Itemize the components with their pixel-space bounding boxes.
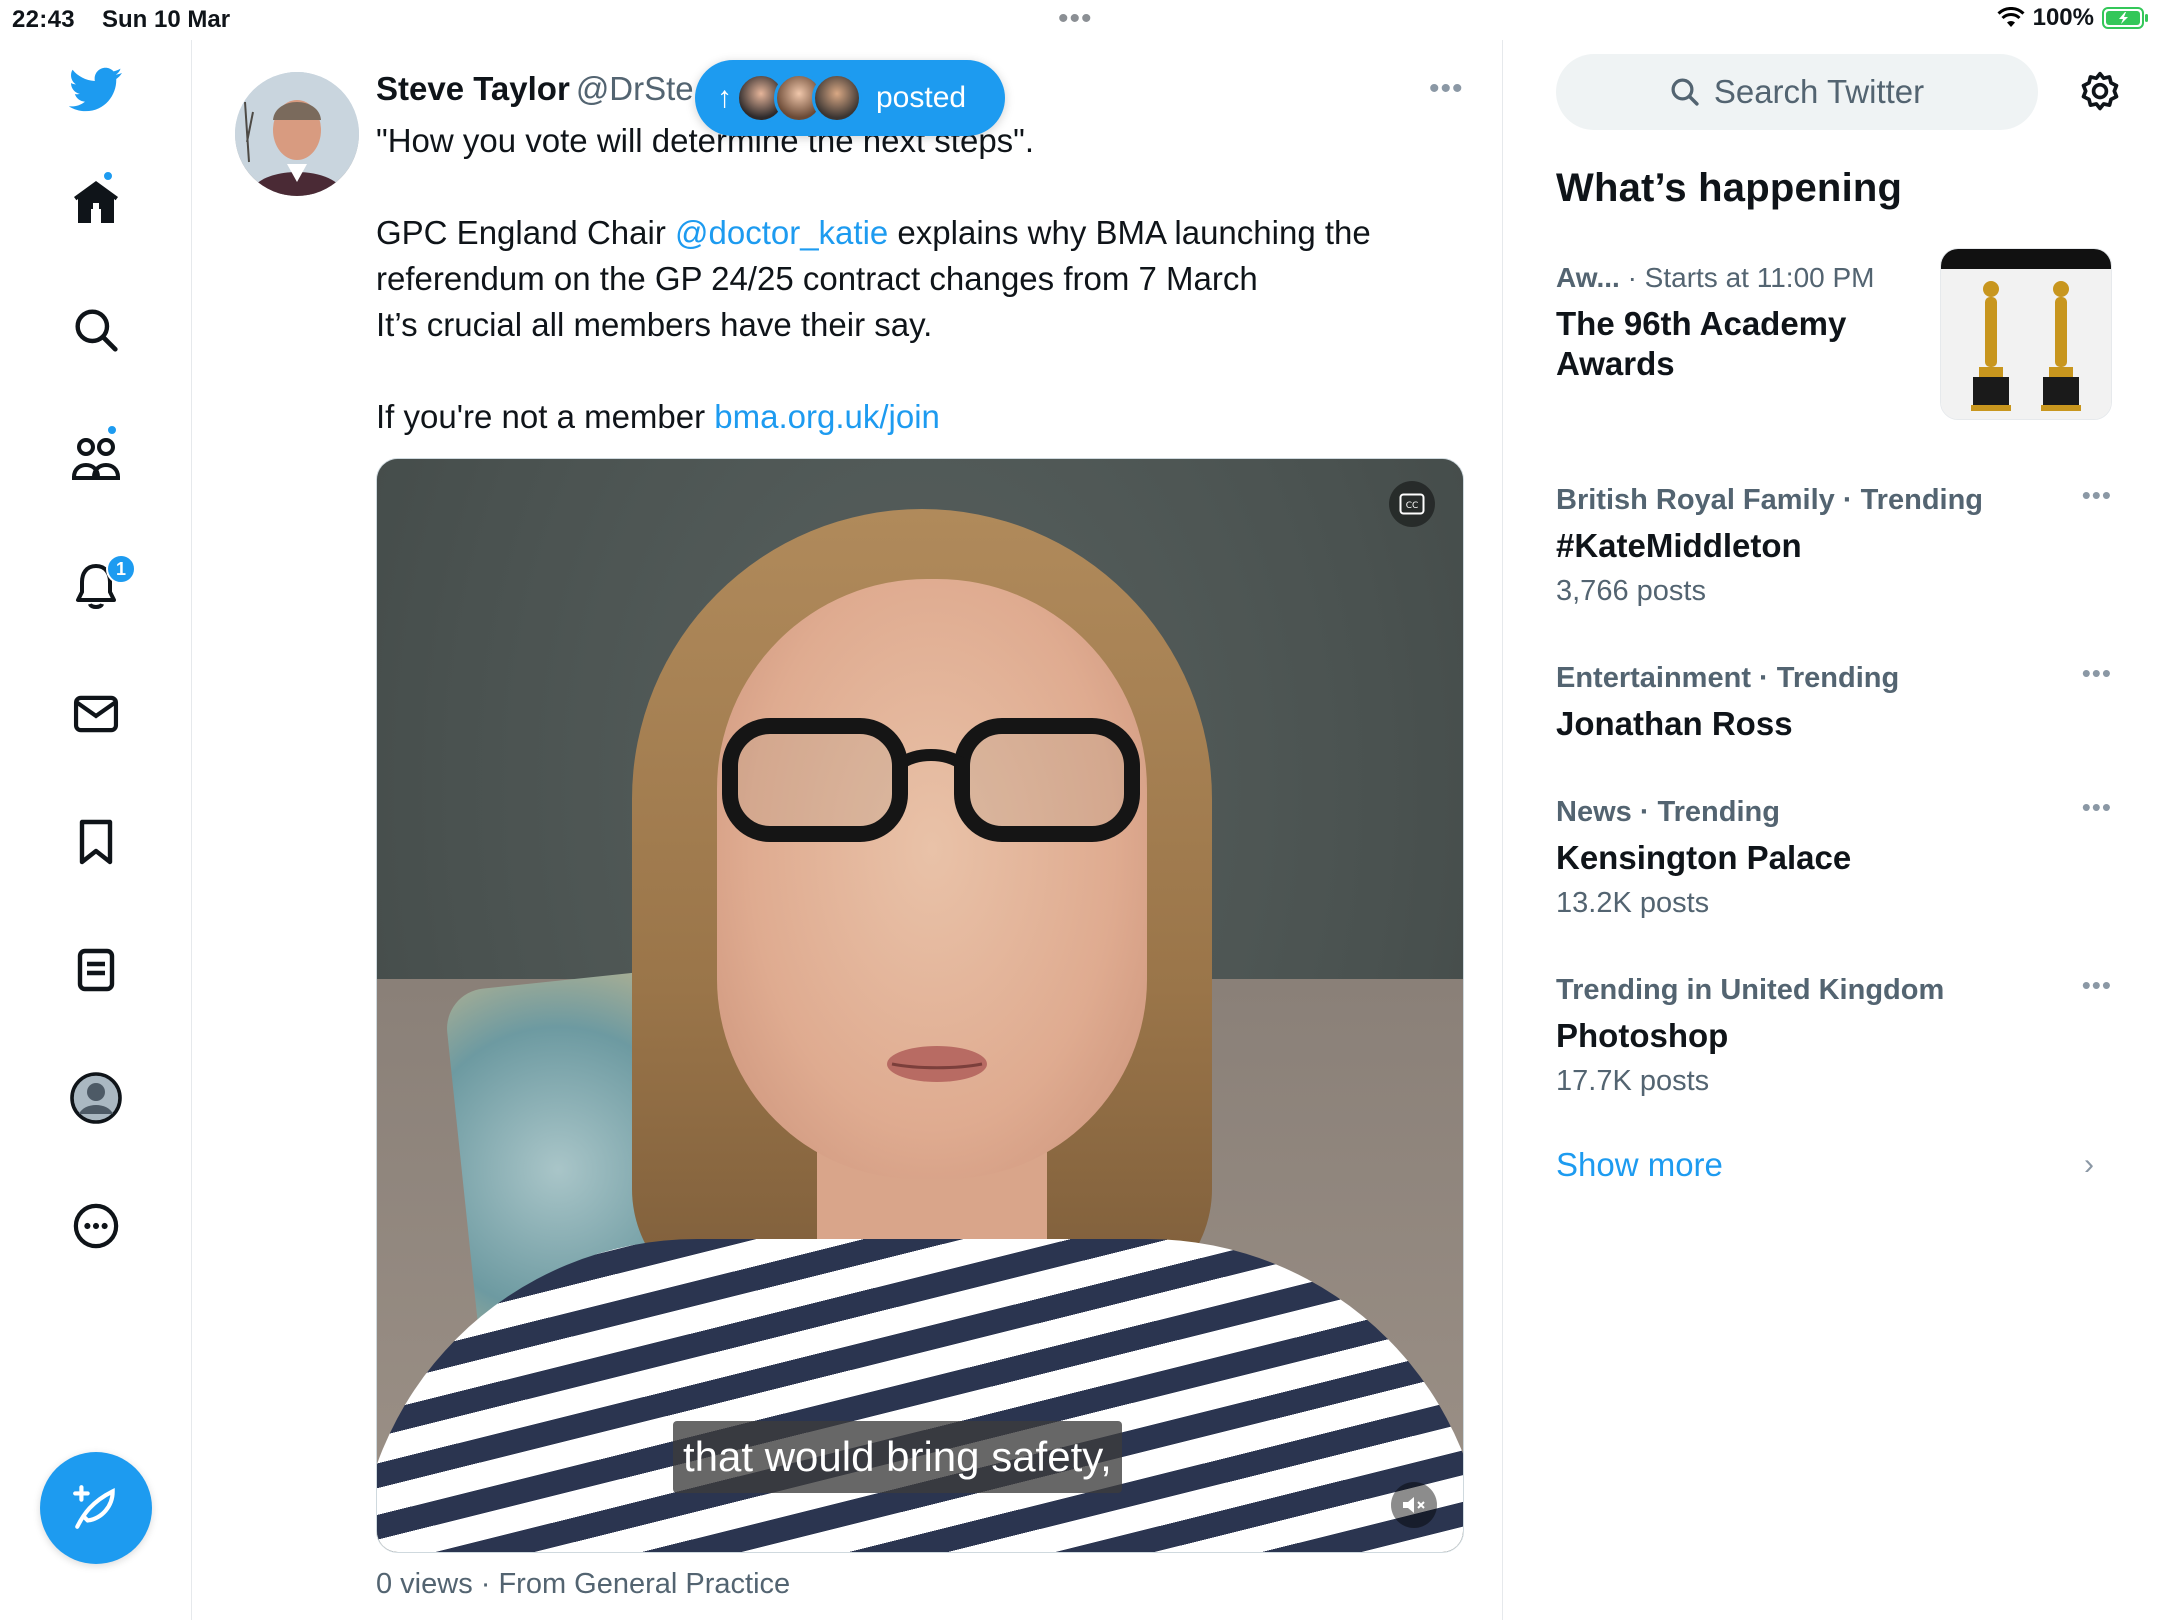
more-circle-icon (73, 1203, 119, 1249)
poster-avatar (812, 73, 862, 123)
closed-captions-button[interactable]: CC (1389, 481, 1435, 527)
trend-item[interactable]: News · Trending Kensington Palace 13.2K … (1556, 792, 2112, 920)
mention-link[interactable]: @doctor_katie (675, 214, 888, 251)
tweet-more-icon[interactable]: ••• (1429, 72, 1464, 106)
nav-lists[interactable] (56, 930, 136, 1010)
new-posts-label: posted (876, 81, 967, 114)
speaker-muted-icon (1403, 1497, 1425, 1513)
status-time: 22:43 (12, 6, 75, 33)
tweet-text-segment: GPC England Chair (376, 214, 675, 251)
svg-text:CC: CC (1406, 501, 1419, 511)
trend-more-icon[interactable]: ••• (2082, 658, 2112, 689)
video-person-face (717, 579, 1147, 1179)
trend-title: Kensington Palace (1556, 839, 1852, 876)
nav-home[interactable] (56, 162, 136, 242)
author-name[interactable]: Steve Taylor (376, 70, 570, 107)
nav-bookmarks[interactable] (56, 802, 136, 882)
video-person-glasses (722, 718, 1140, 842)
trend-count: 17.7K posts (1556, 1065, 1710, 1097)
nav-explore[interactable] (56, 290, 136, 370)
trend-count: 13.2K posts (1556, 887, 1710, 919)
status-right: 100% (1997, 4, 2150, 32)
search-icon (75, 309, 118, 352)
tweet-video[interactable]: that would bring safety, CC (376, 458, 1464, 1553)
multitask-dots-icon[interactable]: ••• (1058, 2, 1093, 36)
nav-communities[interactable] (56, 418, 136, 498)
communities-unread-dot (106, 424, 118, 436)
trend-title: Jonathan Ross (1556, 705, 1793, 742)
trend-count: 3,766 posts (1556, 575, 1706, 607)
trend-item[interactable]: British Royal Family · Trending #KateMid… (1556, 480, 2112, 608)
featured-thumbnail (1940, 248, 2112, 420)
twitter-logo-icon[interactable] (56, 50, 136, 130)
bookmark-icon (79, 819, 113, 865)
trend-item[interactable]: Trending in United Kingdom Photoshop 17.… (1556, 970, 2112, 1098)
show-more-link[interactable]: Show more (1556, 1146, 1723, 1184)
url-link[interactable]: bma.org.uk/join (714, 398, 940, 435)
video-person-mouth (887, 1046, 987, 1082)
settings-button[interactable] (2072, 64, 2128, 120)
compose-tweet-button[interactable] (40, 1452, 152, 1564)
gear-icon (2081, 71, 2119, 111)
author-handle[interactable]: @DrSte (576, 70, 694, 107)
nav-notifications[interactable]: 1 (56, 546, 136, 626)
nav-messages[interactable] (56, 674, 136, 754)
battery-icon (2102, 7, 2148, 29)
main-timeline: Steve Taylor @DrSte ••• "How you vote wil… (193, 40, 1503, 1620)
profile-avatar-icon (70, 1072, 122, 1124)
featured-time: · Starts at 11:00 PM (1619, 262, 1875, 293)
featured-category: Aw... (1556, 262, 1620, 293)
status-date: Sun 10 Mar (102, 6, 231, 33)
envelope-icon (73, 695, 119, 733)
tweet-text-segment: If you're not a member (376, 398, 715, 435)
tweet-paragraph-4: If you're not a member bma.org.uk/join (376, 394, 1416, 440)
home-unread-dot (102, 170, 114, 182)
author-avatar[interactable] (235, 72, 359, 196)
search-input[interactable]: Search Twitter (1556, 54, 2038, 130)
list-icon (77, 948, 115, 992)
whats-happening-title: What’s happening (1556, 166, 1903, 210)
status-bar: 22:43 Sun 10 Mar ••• 100% (0, 0, 2160, 40)
featured-event[interactable]: Aw... · Starts at 11:00 PM The 96th Acad… (1556, 248, 2112, 438)
notifications-badge: 1 (106, 554, 136, 584)
closed-captions-icon: CC (1399, 493, 1425, 515)
chevron-right-icon[interactable]: › (2084, 1148, 2094, 1182)
search-placeholder: Search Twitter (1713, 73, 1925, 110)
home-icon (74, 181, 118, 223)
new-posts-pill[interactable]: ↑ posted (695, 60, 1005, 136)
video-caption: that would bring safety, (673, 1421, 1122, 1493)
trend-more-icon[interactable]: ••• (2082, 970, 2112, 1001)
right-sidebar: Search Twitter What’s happening Aw... · … (1504, 40, 2160, 1620)
trend-meta: British Royal Family · Trending (1556, 484, 1984, 516)
tweet-paragraph-2: GPC England Chair @doctor_katie explains… (376, 210, 1416, 302)
tweet-views-source: 0 views · From General Practice (376, 1568, 791, 1600)
search-icon (1671, 78, 1699, 106)
trend-more-icon[interactable]: ••• (2082, 480, 2112, 511)
video-person-shirt (377, 1239, 1463, 1552)
wifi-icon (1997, 7, 2025, 27)
trend-meta: Trending in United Kingdom (1556, 974, 1945, 1006)
tweet-body: "How you vote will determine the next st… (376, 118, 1416, 440)
arrow-up-icon: ↑ (717, 81, 732, 114)
communities-icon (72, 438, 120, 480)
nav-profile[interactable] (56, 1058, 136, 1138)
featured-title: The 96th Academy Awards (1556, 305, 1847, 382)
trend-title: #KateMiddleton (1556, 527, 1802, 564)
trend-item[interactable]: Entertainment · Trending Jonathan Ross •… (1556, 658, 2112, 743)
compose-feather-icon (73, 1485, 115, 1529)
tweet-paragraph-3: It’s crucial all members have their say. (376, 306, 933, 343)
trend-meta: Entertainment · Trending (1556, 662, 1900, 694)
trend-meta: News · Trending (1556, 796, 1780, 828)
tweet-author[interactable]: Steve Taylor @DrSte (376, 70, 694, 108)
mute-button[interactable] (1391, 1482, 1437, 1528)
trend-title: Photoshop (1556, 1017, 1729, 1054)
nav-more[interactable] (56, 1186, 136, 1266)
left-navigation: 1 (0, 40, 192, 1620)
trend-more-icon[interactable]: ••• (2082, 792, 2112, 823)
battery-percent: 100% (2032, 4, 2094, 31)
